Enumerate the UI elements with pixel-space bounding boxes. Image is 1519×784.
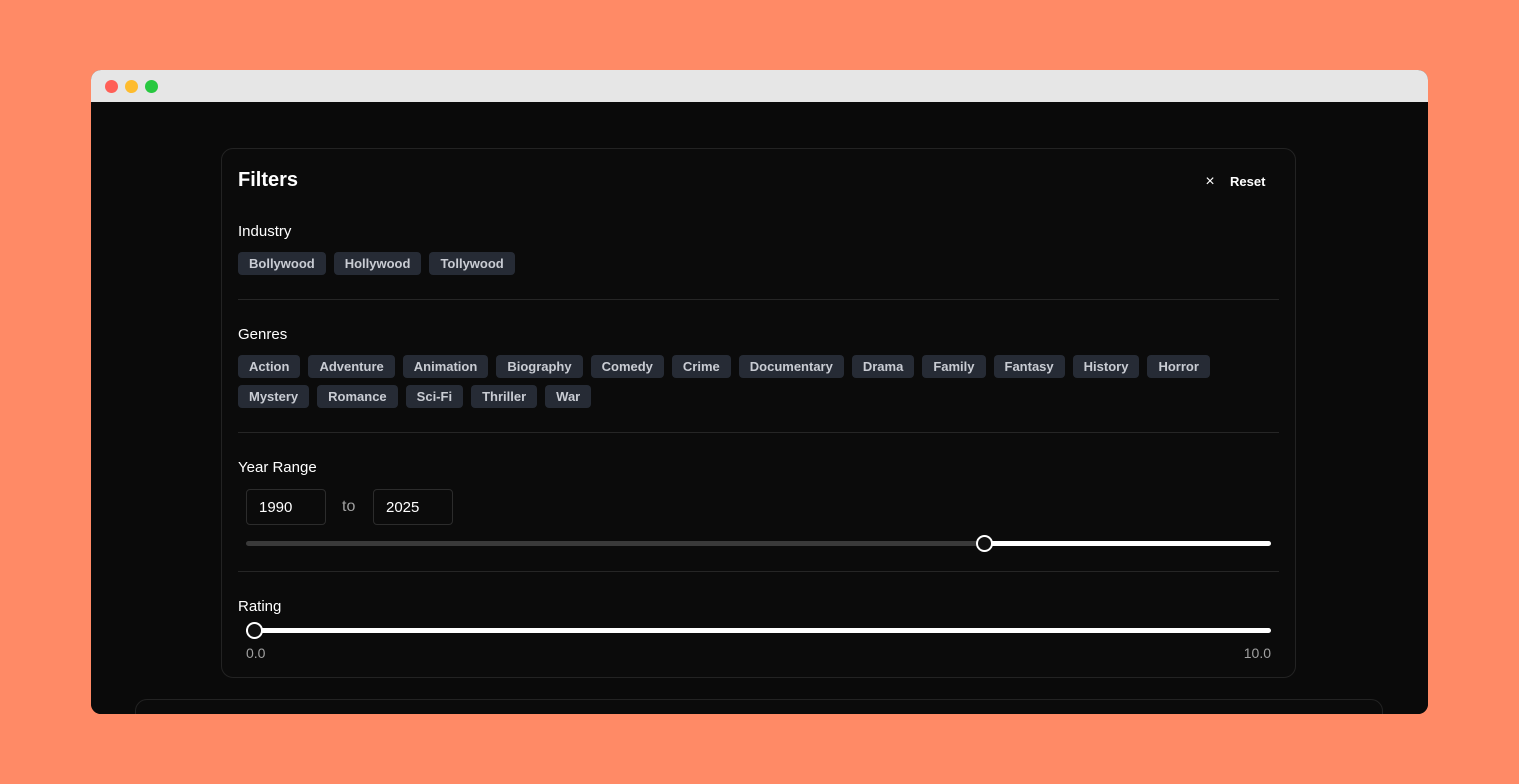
close-icon[interactable]: × xyxy=(1200,173,1220,191)
page-content: Filters × Reset Industry Bollywood Hollyw… xyxy=(91,102,1428,714)
genre-chip-family[interactable]: Family xyxy=(922,355,986,378)
filters-panel: Filters × Reset Industry Bollywood Hollyw… xyxy=(221,148,1296,678)
minimize-window-button[interactable] xyxy=(125,80,138,93)
industry-chip-hollywood[interactable]: Hollywood xyxy=(333,252,422,275)
genre-chip-biography[interactable]: Biography xyxy=(496,355,583,378)
close-window-button[interactable] xyxy=(105,80,118,93)
year-to-label: to xyxy=(342,498,356,515)
year-from-input[interactable] xyxy=(246,489,326,525)
genres-label: Genres xyxy=(238,326,288,343)
genre-chip-romance[interactable]: Romance xyxy=(317,385,398,408)
rating-min-label: 0.0 xyxy=(246,645,266,661)
genre-chip-fantasy[interactable]: Fantasy xyxy=(993,355,1065,378)
genre-chip-sci-fi[interactable]: Sci-Fi xyxy=(405,385,464,408)
year-range-slider[interactable] xyxy=(246,535,1271,552)
reset-button[interactable]: Reset xyxy=(1230,173,1265,191)
divider xyxy=(238,299,1279,300)
year-slider-thumb[interactable] xyxy=(976,535,993,552)
rating-label: Rating xyxy=(238,598,282,615)
app-window: Filters × Reset Industry Bollywood Hollyw… xyxy=(91,70,1428,714)
genre-chip-war[interactable]: War xyxy=(545,385,592,408)
industry-label: Industry xyxy=(238,223,292,240)
genre-chip-mystery[interactable]: Mystery xyxy=(238,385,310,408)
genre-chip-crime[interactable]: Crime xyxy=(671,355,731,378)
genre-chip-documentary[interactable]: Documentary xyxy=(738,355,844,378)
divider xyxy=(238,571,1279,572)
industry-chip-bollywood[interactable]: Bollywood xyxy=(238,252,326,275)
genre-chip-thriller[interactable]: Thriller xyxy=(471,385,538,408)
year-range-fill xyxy=(984,541,1271,546)
genre-chip-action[interactable]: Action xyxy=(238,355,301,378)
rating-slider-thumb[interactable] xyxy=(246,622,263,639)
title-bar xyxy=(91,70,1428,102)
rating-slider[interactable] xyxy=(246,622,1271,639)
industry-chip-group: Bollywood Hollywood Tollywood xyxy=(238,252,515,275)
genre-chip-animation[interactable]: Animation xyxy=(402,355,489,378)
maximize-window-button[interactable] xyxy=(145,80,158,93)
rating-max-label: 10.0 xyxy=(1243,645,1271,661)
year-range-label: Year Range xyxy=(238,459,317,476)
divider xyxy=(238,432,1279,433)
genre-chip-drama[interactable]: Drama xyxy=(851,355,915,378)
genre-chip-adventure[interactable]: Adventure xyxy=(308,355,395,378)
panel-title: Filters xyxy=(238,169,299,191)
year-to-input[interactable] xyxy=(373,489,453,525)
genre-chip-comedy[interactable]: Comedy xyxy=(590,355,664,378)
industry-chip-tollywood[interactable]: Tollywood xyxy=(429,252,515,275)
genres-chip-group: Action Adventure Animation Biography Comedy C… xyxy=(238,355,1268,408)
genre-chip-horror[interactable]: Horror xyxy=(1147,355,1210,378)
results-card xyxy=(135,699,1383,714)
genre-chip-history[interactable]: History xyxy=(1072,355,1140,378)
